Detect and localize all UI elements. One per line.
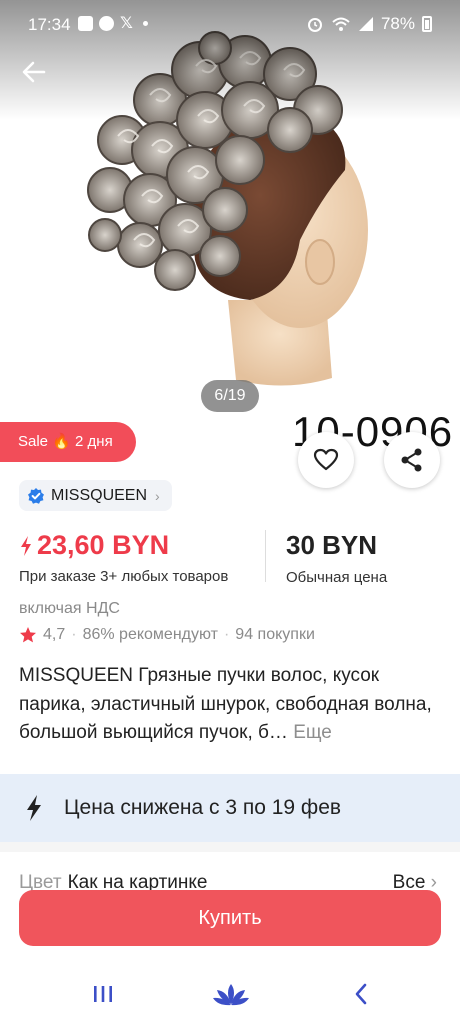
store-name: MISSQUEEN: [51, 486, 148, 504]
back-nav-button[interactable]: [348, 980, 374, 1008]
signal-icon: [358, 17, 373, 31]
home-button[interactable]: [210, 980, 252, 1008]
description-text: MISSQUEEN Грязные пучки волос, кусок пар…: [19, 665, 432, 743]
gallery-notification-icon: [78, 16, 93, 31]
rating-value: 4,7: [43, 626, 66, 643]
purchase-count: 94 покупки: [235, 626, 315, 643]
recent-apps-button[interactable]: [88, 980, 118, 1008]
notification-icons: 𝕏: [78, 15, 148, 32]
regular-price: 30 BYN: [286, 530, 378, 560]
battery-percent: 78%: [380, 14, 415, 33]
verified-badge-icon: [28, 487, 44, 504]
menu-lines-icon: [94, 986, 112, 1002]
store-link[interactable]: MISSQUEEN ›: [19, 480, 172, 511]
lotus-home-icon: [213, 984, 249, 1006]
lightning-icon: [27, 795, 41, 821]
sale-price-block: 23,60 BYN При заказе 3+ любых товаров: [19, 530, 228, 585]
sale-price: 23,60 BYN: [37, 530, 170, 560]
more-notifications-icon: [142, 21, 148, 26]
sale-price-note: При заказе 3+ любых товаров: [19, 568, 229, 585]
buy-button[interactable]: Купить: [19, 890, 441, 946]
wifi-icon: [332, 17, 350, 31]
star-icon: [20, 627, 36, 643]
favorite-button[interactable]: [298, 432, 354, 488]
regular-price-note: Обычная цена: [286, 569, 388, 586]
sale-tag: Sale 🔥 2 дня: [0, 422, 136, 462]
separator: ·: [223, 626, 230, 643]
section-separator: [0, 842, 460, 852]
image-counter: 6/19: [201, 380, 259, 412]
share-button[interactable]: [384, 432, 440, 488]
system-navigation-bar: [0, 960, 460, 1024]
chevron-back-icon: [355, 983, 367, 1005]
price-drop-text: Цена снижена с 3 по 19 фев: [64, 796, 342, 819]
price-drop-banner: Цена снижена с 3 по 19 фев: [0, 774, 460, 842]
recommend-percent: 86% рекомендуют: [82, 626, 218, 643]
rating-row[interactable]: 4,7 · 86% рекомендуют · 94 покупки: [19, 626, 315, 644]
alarm-icon: [307, 18, 322, 32]
arrow-left-icon: [22, 61, 46, 83]
regular-price-block: 30 BYN Обычная цена: [286, 530, 387, 586]
status-bar: 17:34 𝕏 78%: [0, 0, 460, 50]
system-icons: 78%: [306, 14, 432, 34]
status-time: 17:34: [28, 15, 71, 34]
price-divider: [265, 530, 266, 582]
chevron-right-icon: ›: [155, 487, 160, 504]
vat-note: включая НДС: [19, 600, 120, 617]
share-icon: [401, 448, 422, 472]
back-button[interactable]: [18, 56, 50, 88]
product-description: MISSQUEEN Грязные пучки волос, кусок пар…: [19, 662, 444, 748]
app-notification-icon: [99, 16, 114, 31]
battery-icon: [422, 16, 432, 32]
x-app-icon: 𝕏: [120, 15, 133, 32]
lightning-icon: [21, 535, 31, 556]
heart-icon: [313, 448, 339, 471]
separator: ·: [71, 626, 77, 643]
description-more-link[interactable]: Еще: [293, 722, 332, 743]
